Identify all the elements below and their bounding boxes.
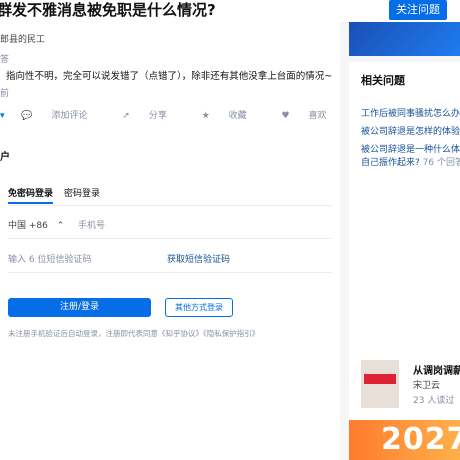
phone-field-line <box>8 238 332 239</box>
promo-banner[interactable]: 2027 <box>349 420 460 460</box>
terms-text: 未注册手机验证后自动登录，注册即代表同意《知乎协议》《隐私保护指引》 <box>8 329 260 338</box>
answer-text: 指向性不明，完全可以说发错了（点错了），除非还有其他没拿上台面的情况~ <box>6 71 333 82</box>
share-button[interactable]: ➚ 分享 <box>122 111 182 121</box>
country-code-select[interactable]: 中国 +86 ⌃ <box>8 218 64 231</box>
book-card[interactable]: 从调岗调薪到 宋卫云 23 人读过 <box>361 360 460 410</box>
follow-question-button[interactable]: 关注问题 <box>389 0 447 20</box>
edited-time: 前 <box>0 89 10 99</box>
country-code-label: 中国 +86 <box>8 221 48 231</box>
code-field-line <box>8 272 332 273</box>
related-question[interactable]: 被公司辞退是一种什么体验 <box>361 142 460 155</box>
related-questions-card: 相关问题 工作后被同事骚扰怎么办? 被公司辞退是怎样的体验? 被公司辞退是一种什… <box>349 62 460 420</box>
question-title[interactable]: 群发不雅消息被免职是什么情况? <box>0 0 216 20</box>
sms-code-input[interactable]: 输入 6 位短信验证码 <box>8 252 91 265</box>
tab-divider <box>8 205 332 206</box>
related-question[interactable]: 工作后被同事骚扰怎么办? <box>361 106 460 119</box>
login-modal: 免密码登录 密码登录 中国 +86 ⌃ 手机号 输入 6 位短信验证码 获取短信… <box>0 176 340 346</box>
author-name[interactable]: 郎县的民工 <box>0 32 45 45</box>
sidebar: 相关问题 工作后被同事骚扰怎么办? 被公司辞退是怎样的体验? 被公司辞退是一种什… <box>349 22 460 460</box>
comment-button[interactable]: 💬 添加评论 <box>21 111 103 121</box>
comment-label: 添加评论 <box>51 111 88 121</box>
tab-sms-login[interactable]: 免密码登录 <box>8 186 54 204</box>
related-question-text: 自己振作起来? <box>361 158 420 168</box>
favorite-button[interactable]: ★ 收藏 <box>202 111 263 121</box>
vote-down-icon[interactable]: ▾ <box>0 111 5 121</box>
sidebar-banner[interactable] <box>349 22 460 56</box>
book-author: 宋卫云 <box>413 381 441 391</box>
section-label: 户 <box>0 152 10 163</box>
like-label: 喜欢 <box>308 111 327 121</box>
register-login-button[interactable]: 注册/登录 <box>8 298 151 317</box>
favorite-label: 收藏 <box>228 111 247 121</box>
promo-banner-text: 2027 <box>381 422 460 457</box>
related-question[interactable]: 被公司辞退是怎样的体验? <box>361 124 460 137</box>
book-cover <box>361 360 399 408</box>
comment-icon: 💬 <box>21 111 33 121</box>
author-signature: 答 <box>0 55 10 65</box>
answer-actions: ▾ 💬 添加评论 ➚ 分享 ★ 收藏 ♥ 喜欢 <box>0 108 359 121</box>
share-label: 分享 <box>148 111 167 121</box>
get-code-button[interactable]: 获取短信验证码 <box>167 252 230 265</box>
related-title: 相关问题 <box>361 74 405 87</box>
share-icon: ➚ <box>122 111 130 121</box>
heart-icon: ♥ <box>281 111 290 121</box>
tab-password-login[interactable]: 密码登录 <box>64 186 100 199</box>
book-title: 从调岗调薪到 <box>413 366 460 377</box>
related-question-meta: 76 个回答 <box>422 158 460 168</box>
chevron-down-icon: ⌃ <box>56 221 65 231</box>
like-button[interactable]: ♥ 喜欢 <box>282 111 343 121</box>
related-question[interactable]: 自己振作起来? 76 个回答 <box>361 155 460 168</box>
star-icon: ★ <box>201 111 210 121</box>
question-header: 群发不雅消息被免职是什么情况? 关注问题 <box>0 0 460 23</box>
other-login-button[interactable]: 其他方式登录 <box>165 298 233 317</box>
phone-input[interactable]: 手机号 <box>78 218 105 231</box>
book-reads: 23 人读过 <box>413 396 455 406</box>
